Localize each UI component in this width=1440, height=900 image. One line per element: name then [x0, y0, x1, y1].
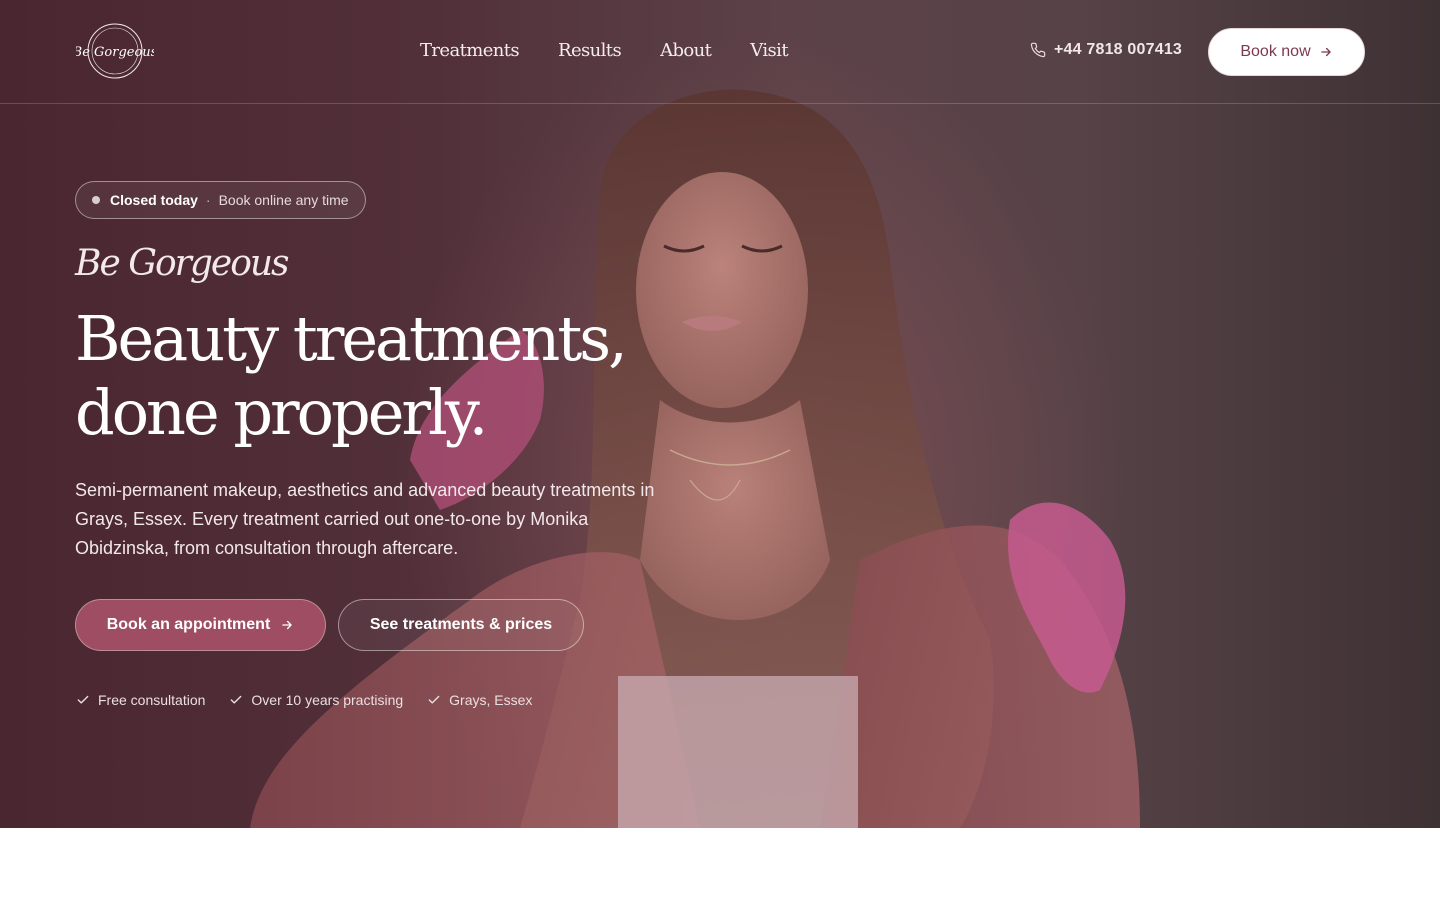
brand-logo[interactable]: Be Gorgeous	[76, 22, 154, 80]
status-book-online: Book online any time	[218, 192, 349, 208]
brand-script-title: Be Gorgeous	[75, 243, 290, 284]
see-treatments-label: See treatments & prices	[369, 616, 553, 633]
arrow-right-icon	[282, 620, 293, 630]
hero-headline: Beauty treatments, done properly.	[75, 302, 628, 450]
book-appointment-button[interactable]: Book an appointment	[75, 599, 326, 651]
perk-item: Free consultation	[76, 692, 205, 708]
next-section	[0, 828, 1440, 900]
site-header: Be Gorgeous Treatments Results About Vis…	[0, 0, 1440, 104]
status-closed: Closed today	[110, 192, 198, 208]
perk-label: Free consultation	[98, 692, 206, 708]
headline-line-1: Beauty treatments,	[75, 302, 628, 375]
nav-item-results[interactable]: Results	[558, 40, 622, 61]
perk-label: Grays, Essex	[449, 692, 533, 708]
perk-item: Grays, Essex	[427, 692, 532, 708]
see-treatments-button[interactable]: See treatments & prices	[338, 599, 584, 651]
check-icon	[77, 695, 89, 704]
headline-line-2: done properly.	[75, 376, 488, 449]
logo-wordmark: Be Gorgeous	[76, 45, 154, 60]
perk-label: Over 10 years practising	[251, 692, 404, 708]
nav-item-about[interactable]: About	[660, 40, 712, 61]
main-nav: Treatments Results About Visit	[420, 40, 789, 61]
book-now-label: Book now	[1240, 43, 1311, 60]
phone-icon	[1030, 42, 1046, 58]
perks-list: Free consultation Over 10 years practisi…	[76, 692, 532, 708]
nav-item-treatments[interactable]: Treatments	[420, 40, 520, 61]
check-icon	[428, 695, 440, 704]
book-now-button[interactable]: Book now	[1208, 28, 1365, 76]
hero-section: Be Gorgeous Treatments Results About Vis…	[0, 0, 1440, 828]
check-icon	[231, 695, 242, 704]
phone-link[interactable]: +44 7818 007413	[1030, 41, 1182, 59]
status-separator: ·	[205, 192, 211, 208]
hero-description: Semi-permanent makeup, aesthetics and ad…	[75, 480, 655, 558]
perk-item: Over 10 years practising	[229, 692, 403, 708]
status-badge: Closed today · Book online any time	[75, 181, 366, 219]
phone-number: +44 7818 007413	[1054, 41, 1183, 58]
arrow-right-icon	[1320, 47, 1331, 57]
nav-item-visit[interactable]: Visit	[750, 40, 788, 61]
status-dot-icon	[92, 196, 100, 204]
book-appointment-label: Book an appointment	[106, 616, 271, 633]
